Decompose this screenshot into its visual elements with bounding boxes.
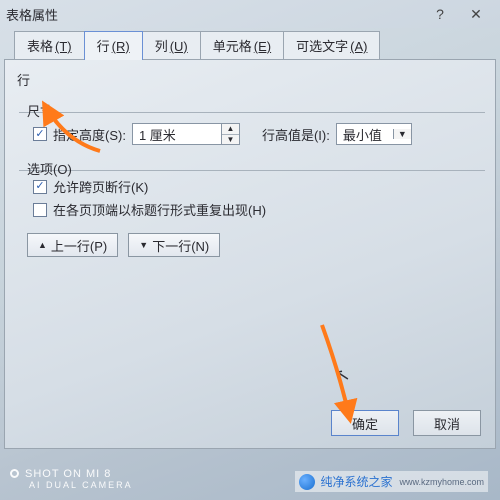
ok-button[interactable]: 确定: [331, 410, 399, 436]
cancel-button[interactable]: 取消: [413, 410, 481, 436]
tab-column[interactable]: 列(U): [142, 31, 201, 60]
cursor-icon: ↖: [333, 364, 352, 388]
tab-table[interactable]: 表格(T): [14, 31, 85, 60]
close-button[interactable]: ✕: [458, 4, 494, 24]
row-section-title: 行: [17, 70, 485, 89]
chevron-down-icon[interactable]: ▼: [393, 129, 411, 139]
options-legend: 选项(O): [23, 159, 76, 178]
options-fieldset: 选项(O) 允许跨页断行(K) 在各页顶端以标题行形式重复出现(H): [19, 151, 485, 219]
brand-watermark: 纯净系统之家 www.kzmyhome.com: [295, 471, 488, 492]
next-row-button[interactable]: ▼ 下一行(N): [128, 233, 220, 257]
specify-height-checkbox[interactable]: [33, 127, 47, 141]
tab-row[interactable]: 行(R): [84, 31, 143, 60]
dialog-body: 表格(T) 行(R) 列(U) 单元格(E) 可选文字(A) 行 尺寸 指定高度…: [0, 28, 500, 449]
row-nav-buttons: ▲ 上一行(P) ▼ 下一行(N): [27, 233, 485, 257]
height-spinbox[interactable]: 1 厘米 ▲ ▼: [132, 123, 240, 145]
dialog-title: 表格属性: [6, 5, 58, 24]
tabstrip: 表格(T) 行(R) 列(U) 单元格(E) 可选文字(A): [14, 30, 496, 59]
tab-alttext[interactable]: 可选文字(A): [283, 31, 380, 60]
watermark-dot-icon: [10, 469, 19, 478]
spin-up-icon[interactable]: ▲: [222, 124, 239, 135]
triangle-up-icon: ▲: [38, 240, 47, 250]
height-value[interactable]: 1 厘米: [133, 124, 221, 144]
titlebar: 表格属性 ? ✕: [0, 0, 500, 28]
allow-break-label: 允许跨页断行(K): [53, 177, 148, 196]
repeat-header-checkbox[interactable]: [33, 203, 47, 217]
allow-break-checkbox[interactable]: [33, 180, 47, 194]
dialog-buttons: 确定 取消: [331, 410, 481, 436]
size-legend: 尺寸: [23, 101, 57, 120]
brand-logo-icon: [299, 474, 315, 490]
tab-page-row: 行 尺寸 指定高度(S): 1 厘米 ▲ ▼ 行高值是(I): 最小值 ▼: [4, 59, 496, 449]
spin-down-icon[interactable]: ▼: [222, 135, 239, 145]
row-height-rule-label: 行高值是(I):: [262, 125, 330, 144]
row-height-rule-value: 最小值: [337, 123, 393, 146]
tab-cell[interactable]: 单元格(E): [200, 31, 284, 60]
specify-height-label: 指定高度(S):: [53, 125, 126, 144]
triangle-down-icon: ▼: [139, 240, 148, 250]
prev-row-button[interactable]: ▲ 上一行(P): [27, 233, 118, 257]
help-button[interactable]: ?: [422, 4, 458, 24]
repeat-header-label: 在各页顶端以标题行形式重复出现(H): [53, 200, 266, 219]
size-fieldset: 尺寸 指定高度(S): 1 厘米 ▲ ▼ 行高值是(I): 最小值 ▼: [19, 93, 485, 145]
camera-watermark: SHOT ON MI 8 AI DUAL CAMERA: [10, 468, 133, 490]
row-height-rule-dropdown[interactable]: 最小值 ▼: [336, 123, 412, 145]
